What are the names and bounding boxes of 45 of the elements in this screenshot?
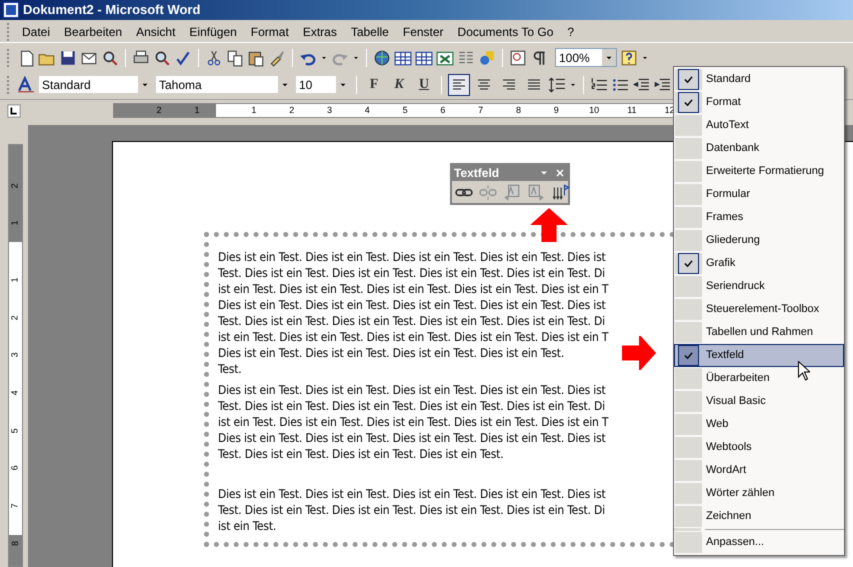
text-line: Dies ist ein Test. Dies ist ein Test. Dies ist ein Test. Dies ist ein Test. Dies ist: [218, 297, 606, 313]
text-line: ist ein Test. Dies ist ein Test. Dies ist ein Test. Dies ist ein Test. Dies ist ein T: [218, 414, 608, 430]
ruler-number: 1: [9, 220, 21, 226]
text-line: ist ein Test. Dies ist ein Test. Dies ist ein Test. Dies ist ein Test. Dies ist ein T: [218, 281, 608, 297]
ruler-number: 5: [402, 104, 409, 117]
text-line: Test. Dies ist ein Test. Dies ist ein Test. Dies ist ein Test. Dies ist ein Test. Di: [218, 265, 605, 281]
ruler-number: 6: [439, 104, 446, 117]
text-line: Test.: [218, 361, 242, 377]
combo-value: 10: [298, 76, 314, 94]
ruler-number: 4: [364, 104, 371, 117]
text-line: Dies ist ein Test. Dies ist ein Test. Dies ist ein Test. Dies ist ein Test. Dies ist: [218, 382, 606, 398]
toolbar-title: Textfeld: [454, 165, 500, 182]
ruler-number: 8: [11, 541, 20, 546]
ruler-number: 7: [477, 104, 484, 117]
text-line: Dies ist ein Test. Dies ist ein Test. Dies ist ein Test. Dies ist ein Test. Dies ist: [218, 249, 606, 265]
zoom-value: 100%: [558, 50, 591, 66]
text-line: Dies ist ein Test. Dies ist ein Test. Dies ist ein Test. Dies ist ein Test.: [218, 345, 564, 361]
ruler-number: 5: [9, 428, 21, 434]
combo-value: Standard: [41, 76, 92, 94]
text-line: Dies ist ein Test. Dies ist ein Test. Dies ist ein Test. Dies ist ein Test. Dies ist: [218, 486, 606, 502]
ruler-number: 9: [552, 104, 560, 117]
ruler-number: 4: [9, 390, 21, 396]
ruler-number: 2: [9, 315, 21, 320]
ruler-number: 2: [9, 182, 21, 188]
window-title: Dokument2 - Microsoft Word: [23, 1, 200, 20]
ruler-number: 2: [155, 104, 162, 117]
ruler-number: 3: [9, 352, 21, 358]
text-line: Dies ist ein Test. Dies ist ein Test. Dies ist ein Test. Dies ist ein Test. Dies ist: [218, 430, 606, 446]
text-line: ist ein Test.: [218, 518, 276, 534]
combo-value: Tahoma: [158, 76, 203, 94]
text-line: Test. Dies ist ein Test. Dies ist ein Test. Dies ist ein Test. Dies ist ein Test. Di: [218, 313, 605, 329]
ruler-number: 1: [250, 104, 258, 117]
ruler-number: 3: [326, 104, 333, 117]
ruler-number: 6: [9, 466, 21, 471]
text-line: Test. Dies ist ein Test. Dies ist ein Test. Dies ist ein Test. Dies ist ein Test. Di: [218, 398, 605, 414]
ruler-number: 10: [588, 104, 600, 117]
text-line: Test. Dies ist ein Test. Dies ist ein Test. Dies ist ein Test.: [218, 446, 504, 462]
ruler-number: 1: [9, 277, 21, 282]
ruler-number: 11: [626, 104, 638, 117]
ruler-number: 1: [193, 104, 200, 117]
text-line: ist ein Test. Dies ist ein Test. Dies ist ein Test. Dies ist ein Test. Dies ist ein T: [218, 329, 608, 345]
ruler-number: 2: [288, 104, 296, 117]
text-line: Test. Dies ist ein Test. Dies ist ein Test. Dies ist ein Test. Dies ist ein Test. Di: [218, 502, 605, 518]
ruler-number: 7: [9, 503, 21, 508]
ruler-number: 8: [514, 104, 522, 117]
